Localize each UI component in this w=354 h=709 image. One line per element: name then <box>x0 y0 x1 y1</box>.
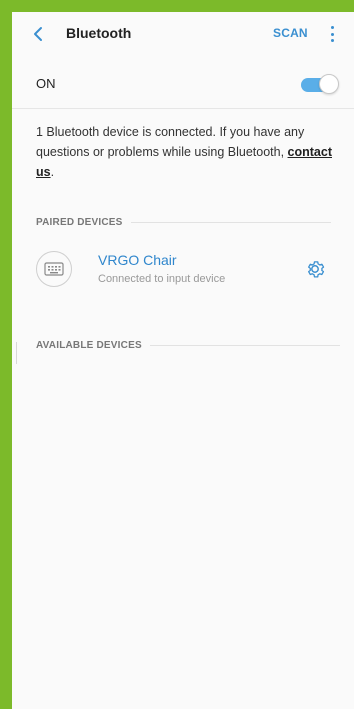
paired-devices-header: PAIRED DEVICES <box>36 217 331 228</box>
device-settings-button[interactable] <box>304 258 326 280</box>
bluetooth-toggle[interactable] <box>301 74 339 94</box>
more-options-button[interactable] <box>326 24 338 44</box>
bluetooth-power-row[interactable]: ON <box>12 64 354 104</box>
device-frame: Bluetooth SCAN ON 1 Bluetooth device is … <box>0 0 354 709</box>
gear-icon <box>308 261 325 278</box>
info-suffix: . <box>50 165 55 179</box>
divider <box>12 108 354 109</box>
back-button[interactable] <box>28 24 48 44</box>
bluetooth-settings-screen: Bluetooth SCAN ON 1 Bluetooth device is … <box>12 12 354 709</box>
device-avatar <box>36 251 72 287</box>
info-message: 1 Bluetooth device is connected. If you … <box>36 125 305 159</box>
power-label: ON <box>36 76 56 91</box>
device-name: VRGO Chair <box>98 252 177 268</box>
connection-info-text: 1 Bluetooth device is connected. If you … <box>36 122 332 182</box>
section-divider <box>149 345 340 346</box>
keyboard-icon <box>44 262 64 276</box>
toggle-knob <box>319 74 339 94</box>
page-title: Bluetooth <box>66 25 132 41</box>
section-divider <box>130 222 331 223</box>
paired-devices-label: PAIRED DEVICES <box>36 217 123 228</box>
available-devices-label: AVAILABLE DEVICES <box>36 340 142 351</box>
chevron-left-icon <box>34 27 42 41</box>
scroll-indicator <box>16 342 17 364</box>
more-vertical-icon <box>330 26 334 29</box>
paired-device-item[interactable]: VRGO Chair Connected to input device <box>12 246 354 300</box>
app-header: Bluetooth SCAN <box>12 12 354 56</box>
available-devices-header: AVAILABLE DEVICES <box>36 340 340 351</box>
scan-button[interactable]: SCAN <box>273 26 308 40</box>
device-status: Connected to input device <box>98 273 226 285</box>
